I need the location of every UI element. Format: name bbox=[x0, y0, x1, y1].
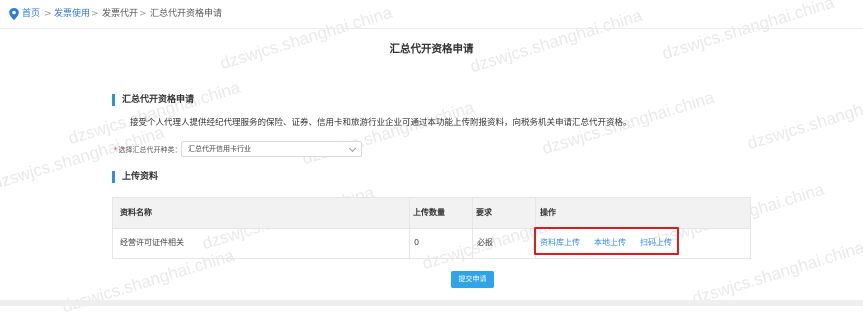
watermark: dzswjcs.shanghai.china bbox=[0, 122, 167, 194]
watermark: dzswjcs.shanghai.china bbox=[300, 97, 477, 169]
page-bottom-edge bbox=[0, 300, 863, 306]
row-material-name: 经营许可证件相关 bbox=[120, 238, 184, 247]
section-heading-application: 汇总代开资格申请 bbox=[112, 94, 194, 106]
row-requirement: 必报 bbox=[477, 238, 493, 247]
breadcrumb-separator: > bbox=[91, 9, 99, 19]
watermark: dzswjcs.shanghai.china bbox=[66, 77, 243, 149]
watermark: dzswjcs.shanghai.china bbox=[218, 2, 395, 74]
application-description: 接受个人代理人提供经纪代理服务的保险、证券、信用卡和旅游行业企业可通过本功能上传… bbox=[130, 118, 632, 128]
watermark: dzswjcs.shanghai.china bbox=[745, 82, 863, 154]
column-divider bbox=[409, 198, 410, 258]
breadcrumb-separator: > bbox=[44, 9, 52, 19]
library-upload-link[interactable]: 资料库上传 bbox=[540, 238, 580, 248]
breadcrumb-current: 汇总代开资格申请 bbox=[150, 9, 223, 19]
table-header: 资料名称 上传数量 要求 操作 bbox=[113, 198, 750, 229]
breadcrumb-invoice-use[interactable]: 发票使用 bbox=[54, 9, 90, 20]
required-mark: * bbox=[114, 146, 118, 154]
column-divider bbox=[472, 198, 473, 258]
type-select-label: *选择汇总代开种类： bbox=[114, 145, 182, 155]
breadcrumb-separator: > bbox=[139, 9, 147, 19]
column-header-actions: 操作 bbox=[540, 208, 556, 217]
submit-application-button[interactable]: 提交申请 bbox=[451, 271, 494, 288]
column-header-count: 上传数量 bbox=[413, 208, 445, 217]
type-select-label-text: 选择汇总代开种类： bbox=[118, 146, 182, 154]
local-upload-link[interactable]: 本地上传 bbox=[594, 238, 626, 248]
upload-table: 资料名称 上传数量 要求 操作 经营许可证件相关 0 必报 资料库上传 本地上传… bbox=[112, 197, 751, 259]
row-upload-count: 0 bbox=[414, 238, 420, 247]
chevron-down-icon bbox=[348, 144, 357, 153]
breadcrumb-invoice-issue: 发票代开 bbox=[102, 9, 139, 19]
header-divider bbox=[0, 28, 863, 29]
location-pin-icon bbox=[9, 8, 19, 20]
type-select[interactable]: 汇总代开信用卡行业 bbox=[181, 141, 362, 157]
type-select-value: 汇总代开信用卡行业 bbox=[188, 145, 251, 153]
breadcrumb-home[interactable]: 首页 bbox=[22, 9, 40, 20]
scan-upload-link[interactable]: 扫码上传 bbox=[640, 238, 672, 248]
column-divider bbox=[535, 198, 536, 258]
column-header-requirement: 要求 bbox=[476, 208, 492, 217]
section-heading-upload: 上传资料 bbox=[112, 171, 158, 183]
page-title: 汇总代开资格申请 bbox=[389, 43, 474, 55]
column-header-name: 资料名称 bbox=[120, 208, 152, 217]
